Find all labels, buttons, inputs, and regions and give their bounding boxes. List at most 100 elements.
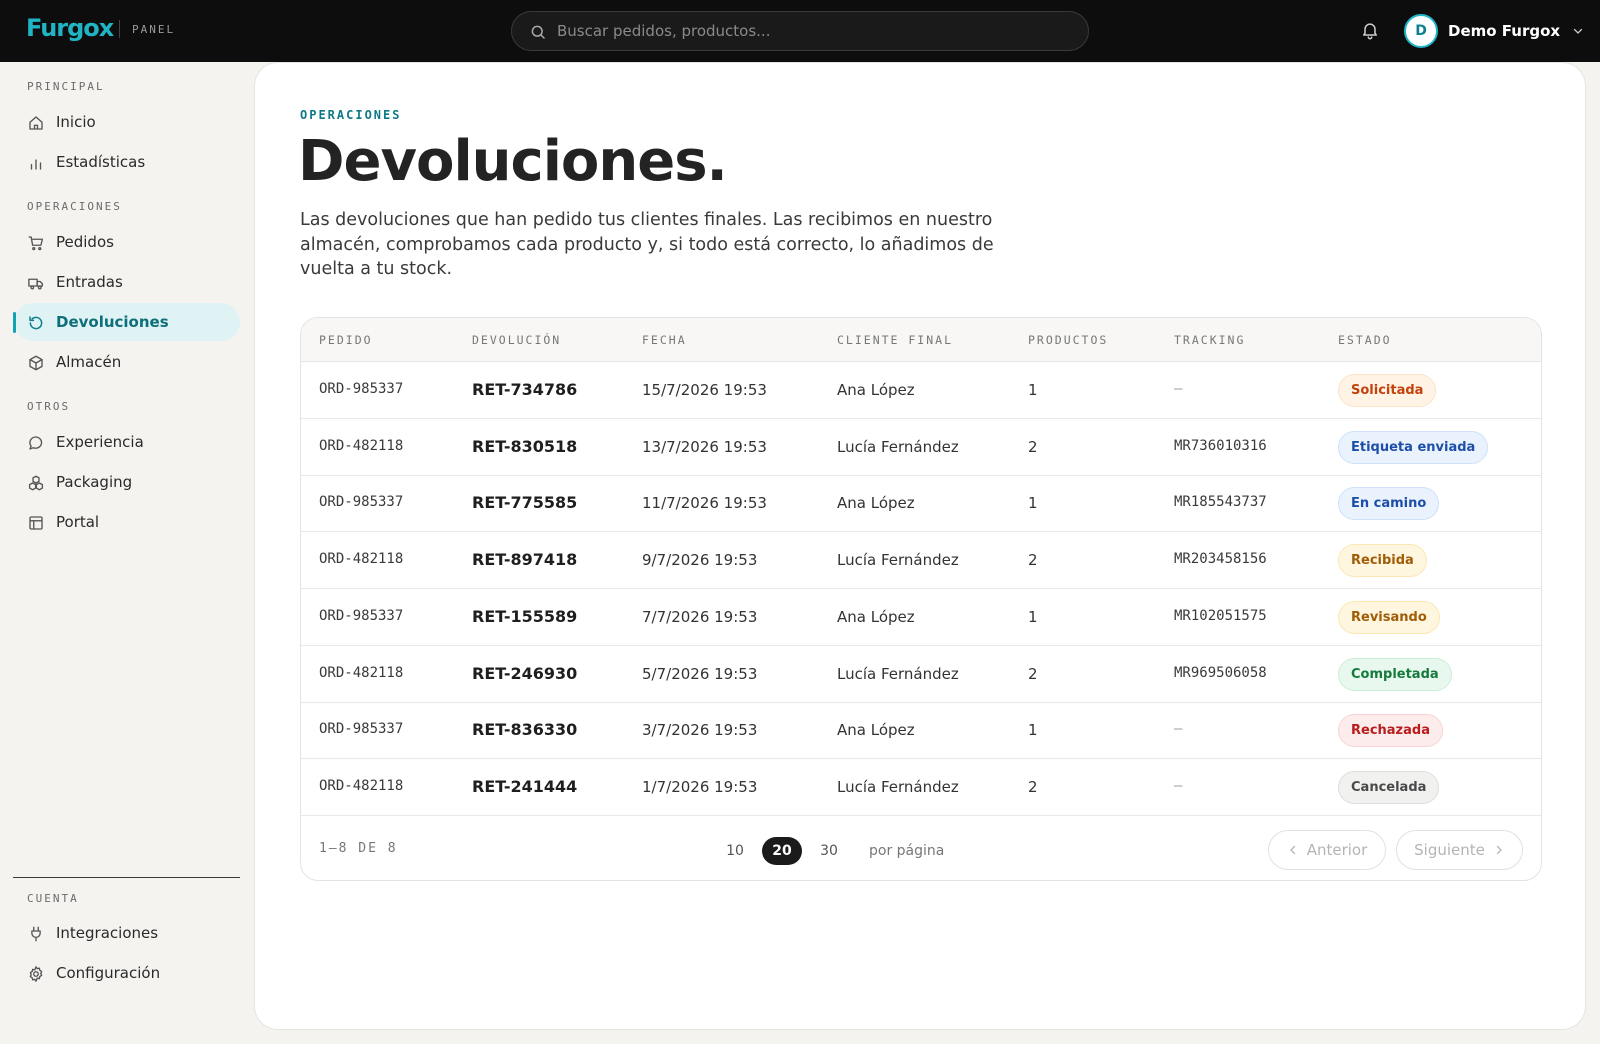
status-badge: En camino: [1338, 487, 1440, 521]
sidebar-item-devoluciones[interactable]: Devoluciones: [13, 303, 240, 341]
date-cell: 9/7/2026 19:53: [642, 551, 758, 570]
chat-bubble-icon: [29, 436, 43, 450]
sidebar-item-label: Packaging: [56, 473, 133, 491]
per-page-label: por página: [869, 843, 945, 859]
return-id[interactable]: RET-830518: [472, 437, 577, 456]
status-badge: Rechazada: [1338, 714, 1443, 748]
tracking-cell: —: [1174, 777, 1183, 794]
brand-logo[interactable]: Furgox: [26, 14, 114, 42]
return-id[interactable]: RET-155589: [472, 607, 577, 626]
gear-icon: [29, 966, 43, 982]
user-menu[interactable]: D Demo Furgox: [1404, 13, 1584, 49]
prev-page-button[interactable]: Anterior: [1268, 830, 1386, 870]
sidebar-item-inicio[interactable]: Inicio: [14, 103, 240, 141]
box-icon: [29, 355, 43, 371]
plug-icon: [31, 926, 41, 942]
return-id[interactable]: RET-775585: [472, 493, 577, 512]
return-id[interactable]: RET-897418: [472, 550, 577, 569]
sidebar-item-pedidos[interactable]: Pedidos: [14, 223, 240, 261]
tracking-cell: MR102051575: [1174, 607, 1267, 624]
order-id: ORD-482118: [319, 551, 404, 568]
pagination-info: 1–8 DE 8: [319, 841, 398, 856]
sidebar-item-label: Portal: [56, 513, 100, 531]
tracking-cell: MR969506058: [1174, 664, 1267, 681]
sidebar-item-experiencia[interactable]: Experiencia: [14, 423, 240, 461]
table-row[interactable]: ORD-985337 RET-836330 3/7/2026 19:53 Ana Ló…: [301, 702, 1541, 760]
sidebar-item-packaging[interactable]: Packaging: [14, 463, 240, 501]
search-bar[interactable]: [511, 11, 1089, 51]
layout-icon: [29, 516, 43, 530]
products-cell: 2: [1028, 664, 1038, 683]
logo-divider: [119, 20, 120, 38]
date-cell: 7/7/2026 19:53: [642, 607, 758, 626]
table-row[interactable]: ORD-985337 RET-155589 7/7/2026 19:53 Ana Ló…: [301, 589, 1541, 646]
table-row[interactable]: ORD-482118 RET-241444 1/7/2026 19:53 Lucía …: [301, 759, 1541, 816]
table-header: PEDIDO DEVOLUCIÓN FECHA CLIENTE FINAL PR…: [301, 318, 1541, 362]
chevron-down-icon: [1573, 28, 1583, 34]
top-bar: Furgox PANEL D Demo Furgox: [0, 0, 1600, 62]
return-id[interactable]: RET-734786: [472, 380, 577, 399]
date-cell: 5/7/2026 19:53: [642, 664, 758, 683]
next-page-button[interactable]: Siguiente: [1396, 830, 1523, 870]
status-badge: Recibida: [1338, 544, 1427, 578]
order-id: ORD-985337: [319, 494, 404, 511]
customer-cell: Lucía Fernández: [837, 437, 959, 456]
sidebar-item-integraciones[interactable]: Integraciones: [14, 914, 240, 952]
table-row[interactable]: ORD-985337 RET-775585 11/7/2026 19:53 Ana L…: [301, 475, 1541, 533]
sidebar-item-estadisticas[interactable]: Estadísticas: [14, 143, 240, 181]
customer-cell: Ana López: [837, 381, 915, 399]
date-cell: 13/7/2026 19:53: [642, 437, 767, 456]
page-description: Las devoluciones que han pedido tus clie…: [300, 210, 994, 279]
table-row[interactable]: ORD-985337 RET-734786 15/7/2026 19:53 Ana L…: [301, 362, 1541, 419]
return-id[interactable]: RET-836330: [472, 720, 577, 739]
search-icon: [531, 25, 545, 39]
sidebar-item-entradas[interactable]: Entradas: [14, 263, 240, 301]
order-id: ORD-985337: [319, 607, 404, 624]
avatar: D: [1404, 14, 1438, 48]
column-header: DEVOLUCIÓN: [472, 333, 562, 347]
status-badge: Solicitada: [1338, 374, 1437, 407]
return-id[interactable]: RET-241444: [472, 777, 577, 796]
sidebar-item-label: Estadísticas: [56, 153, 146, 171]
products-cell: 2: [1028, 777, 1038, 796]
table-row[interactable]: ORD-482118 RET-830518 13/7/2026 19:53 Lucía…: [301, 419, 1541, 476]
table-row[interactable]: ORD-482118 RET-246930 5/7/2026 19:53 Lucía …: [301, 646, 1541, 703]
order-id: ORD-482118: [319, 437, 404, 454]
sidebar-item-portal[interactable]: Portal: [14, 503, 240, 541]
sidebar-item-almacen[interactable]: Almacén: [14, 343, 240, 381]
status-badge: Cancelada: [1338, 770, 1440, 804]
column-header: ESTADO: [1338, 333, 1392, 347]
return-id[interactable]: RET-246930: [472, 664, 577, 683]
column-header: TRACKING: [1174, 333, 1246, 347]
bell-icon[interactable]: [1360, 20, 1380, 40]
cart-icon: [28, 236, 44, 251]
products-cell: 1: [1028, 607, 1038, 626]
boxes-icon: [28, 475, 44, 491]
date-cell: 3/7/2026 19:53: [642, 721, 758, 740]
page-size-30[interactable]: 30: [809, 837, 849, 865]
column-header: PEDIDO: [319, 333, 373, 347]
sidebar-item-label: Experiencia: [56, 433, 144, 451]
sidebar-item-configuracion[interactable]: Configuración: [14, 954, 240, 992]
sidebar-item-label: Pedidos: [56, 233, 114, 251]
search-input[interactable]: [557, 12, 1077, 50]
page-size-20[interactable]: 20: [762, 837, 802, 865]
returns-table: PEDIDO DEVOLUCIÓN FECHA CLIENTE FINAL PR…: [300, 317, 1542, 881]
customer-cell: Ana López: [837, 607, 915, 626]
sidebar-item-label: Devoluciones: [56, 313, 169, 331]
tracking-cell: —: [1174, 721, 1183, 738]
sidebar-item-label: Almacén: [56, 353, 122, 371]
section-cuenta: CUENTA: [27, 892, 79, 905]
tracking-cell: MR736010316: [1174, 437, 1267, 454]
sidebar: PRINCIPAL Inicio Estadísticas OPERACIONE…: [0, 62, 254, 1044]
page-size-10[interactable]: 10: [715, 837, 755, 865]
section-operaciones: OPERACIONES: [27, 200, 122, 213]
date-cell: 11/7/2026 19:53: [642, 494, 767, 513]
user-name: Demo Furgox: [1448, 22, 1561, 40]
table-row[interactable]: ORD-482118 RET-897418 9/7/2026 19:53 Lucía …: [301, 532, 1541, 590]
main-content: OPERACIONES Devoluciones. Las devolucion…: [254, 62, 1586, 1030]
page-title: Devoluciones.: [298, 129, 728, 194]
status-badge: Completada: [1338, 657, 1452, 691]
chevron-right-icon: [1496, 845, 1502, 855]
date-cell: 15/7/2026 19:53: [642, 381, 767, 399]
